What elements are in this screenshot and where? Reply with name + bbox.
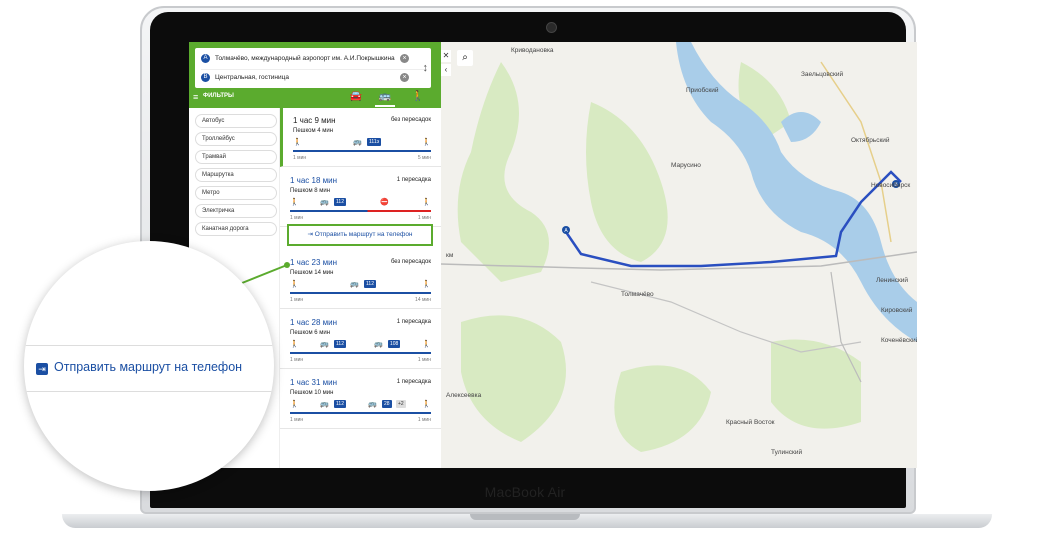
callout-send-label: Отправить маршрут на телефон bbox=[54, 360, 243, 374]
callout-divider bbox=[24, 391, 274, 392]
send-icon: ⇥ bbox=[36, 363, 48, 375]
callout-send-button[interactable]: ⇥ Отправить маршрут на телефон bbox=[36, 360, 242, 375]
zoom-callout: ⇥ Отправить маршрут на телефон bbox=[24, 241, 274, 491]
callout-divider bbox=[24, 345, 274, 346]
